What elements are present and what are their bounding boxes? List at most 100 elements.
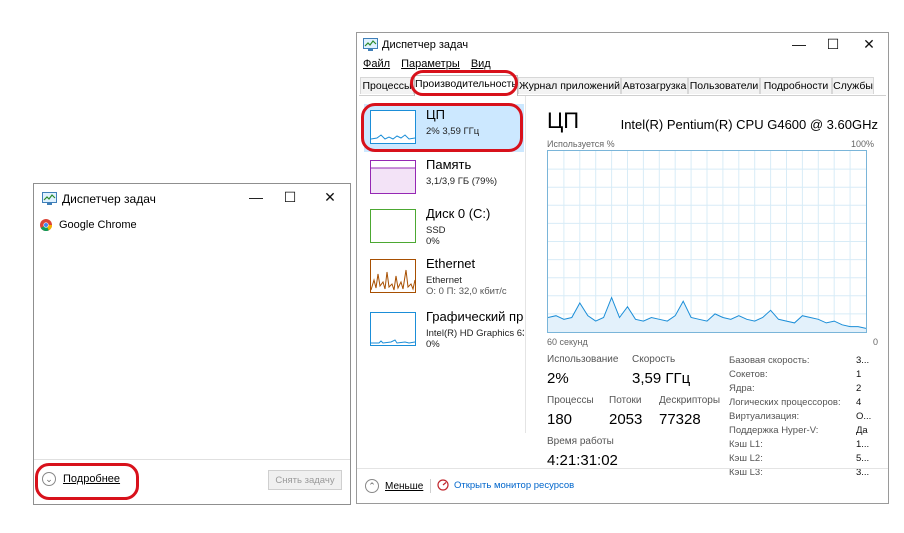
spec-value: 1... (856, 439, 870, 450)
graph-x-label: 60 секунд (547, 337, 588, 347)
spec-value: 1 (856, 369, 862, 380)
threads-label: Потоки (609, 395, 642, 406)
tab-bar: Процессы Производительность Журнал прило… (359, 75, 886, 96)
resource-adapter: Intel(R) HD Graphics 630 (426, 328, 524, 339)
tab-performance[interactable]: Производительность (414, 75, 518, 96)
chevron-down-icon: ⌄ (42, 472, 56, 486)
more-details-button[interactable]: ⌄ Подробнее (42, 472, 120, 486)
graph-y-max: 100% (850, 139, 874, 149)
cpu-usage-graph (547, 150, 867, 333)
spec-key: Поддержка Hyper-V: (729, 425, 819, 436)
minimize-button[interactable]: — (782, 33, 816, 55)
graph-y-label: Используется % (547, 139, 615, 149)
utilization-label: Использование (547, 354, 619, 365)
app-name: Google Chrome (59, 219, 137, 231)
menu-view[interactable]: Вид (471, 58, 491, 70)
threads-value: 2053 (609, 411, 643, 428)
resource-adapter: Ethernet (426, 275, 462, 286)
list-item[interactable]: Google Chrome (40, 216, 137, 234)
menu-file[interactable]: Файл (363, 58, 390, 70)
task-manager-window: Диспетчер задач — ☐ ✕ Файл Параметры Вид… (356, 32, 889, 504)
resource-memory[interactable]: Память 3,1/3,9 ГБ (79%) (364, 154, 524, 202)
cpu-detail-pane: ЦП Intel(R) Pentium(R) CPU G4600 @ 3.60G… (529, 96, 884, 478)
task-manager-icon (363, 38, 378, 51)
resource-name: ЦП (426, 107, 445, 122)
spec-value: Да (856, 425, 868, 436)
resource-usage: 3,1/3,9 ГБ (79%) (426, 176, 498, 187)
chrome-icon (40, 219, 52, 231)
end-task-button[interactable]: Снять задачу (268, 470, 342, 490)
resource-usage: 0% (426, 339, 440, 350)
fewer-details-button[interactable]: ⌃ Меньше (365, 479, 423, 493)
spec-value: 2 (856, 383, 862, 394)
spec-value: О... (856, 411, 872, 422)
spec-value: 4 (856, 397, 862, 408)
spec-value: 5... (856, 453, 870, 464)
tab-processes[interactable]: Процессы (360, 77, 414, 94)
footer: ⌄ Подробнее Снять задачу (34, 459, 350, 504)
cpu-usage-chart (547, 151, 867, 332)
ethernet-mini-graph (370, 259, 416, 293)
spec-key: Сокетов: (729, 369, 768, 380)
task-manager-icon (42, 192, 57, 205)
resource-name: Память (426, 157, 472, 172)
title-bar[interactable]: Диспетчер задач — ☐ ✕ (357, 33, 888, 61)
resource-gpu[interactable]: Графический про Intel(R) HD Graphics 630… (364, 306, 524, 354)
tab-startup[interactable]: Автозагрузка (621, 77, 688, 94)
resource-type: SSD (426, 225, 446, 236)
handles-label: Дескрипторы (659, 395, 721, 406)
page-title: ЦП (547, 108, 580, 133)
more-details-label: Подробнее (63, 473, 121, 485)
close-button[interactable]: ✕ (313, 186, 347, 208)
maximize-button[interactable]: ☐ (273, 186, 307, 208)
processes-value: 180 (547, 411, 573, 428)
menu-options[interactable]: Параметры (401, 58, 460, 70)
resource-name: Диск 0 (C:) (426, 206, 491, 221)
tab-users[interactable]: Пользователи (688, 77, 760, 94)
speed-label: Скорость (632, 354, 676, 365)
speed-value: 3,59 ГГц (632, 370, 691, 387)
maximize-button[interactable]: ☐ (816, 33, 850, 55)
footer: ⌃ Меньше Открыть монитор ресурсов (357, 468, 888, 503)
spec-key: Ядра: (729, 383, 755, 394)
spec-value: 3... (856, 355, 870, 366)
spec-key: Логических процессоров: (729, 397, 841, 408)
menu-bar: Файл Параметры Вид (363, 58, 499, 72)
resource-ethernet[interactable]: Ethernet Ethernet О: 0 П: 32,0 кбит/с (364, 253, 524, 301)
graph-x-min: 0 (872, 337, 878, 347)
spec-key: Базовая скорость: (729, 355, 810, 366)
utilization-value: 2% (547, 370, 569, 387)
tab-services[interactable]: Службы (832, 77, 874, 94)
resource-name: Ethernet (426, 256, 476, 271)
tab-app-history[interactable]: Журнал приложений (518, 77, 621, 94)
spec-key: Виртуализация: (729, 411, 800, 422)
uptime-value: 4:21:31:02 (547, 452, 618, 469)
resource-cpu[interactable]: ЦП 2% 3,59 ГГц (364, 104, 524, 152)
processes-label: Процессы (547, 395, 594, 406)
resource-usage: 0% (426, 236, 440, 247)
gpu-mini-graph (370, 312, 416, 346)
divider (430, 479, 431, 493)
resource-monitor-label: Открыть монитор ресурсов (454, 479, 575, 491)
cpu-mini-graph (370, 110, 416, 144)
resource-disk[interactable]: Диск 0 (C:) SSD 0% (364, 203, 524, 251)
spec-key: Кэш L1: (729, 439, 763, 450)
resource-list: ЦП 2% 3,59 ГГц Память 3,1/3,9 ГБ (79%) Д… (359, 96, 526, 433)
uptime-label: Время работы (547, 436, 614, 447)
open-resource-monitor-link[interactable]: Открыть монитор ресурсов (437, 479, 574, 491)
resource-name: Графический про (426, 309, 524, 324)
memory-mini-graph (370, 160, 416, 194)
resource-throughput: О: 0 П: 32,0 кбит/с (426, 286, 507, 297)
minimize-button[interactable]: — (239, 186, 273, 208)
chevron-up-icon: ⌃ (365, 479, 379, 493)
spec-key: Кэш L2: (729, 453, 763, 464)
close-button[interactable]: ✕ (852, 33, 886, 55)
cpu-model: Intel(R) Pentium(R) CPU G4600 @ 3.60GHz (620, 117, 878, 132)
resource-monitor-icon (437, 479, 449, 491)
compact-task-manager-window: Диспетчер задач — ☐ ✕ Google Chrome ⌄ По… (33, 183, 351, 505)
resource-usage: 2% 3,59 ГГц (426, 126, 480, 137)
tab-details[interactable]: Подробности (760, 77, 832, 94)
fewer-details-label: Меньше (385, 480, 424, 492)
window-title: Диспетчер задач (382, 39, 469, 51)
title-bar[interactable]: Диспетчер задач — ☐ ✕ (34, 184, 350, 212)
